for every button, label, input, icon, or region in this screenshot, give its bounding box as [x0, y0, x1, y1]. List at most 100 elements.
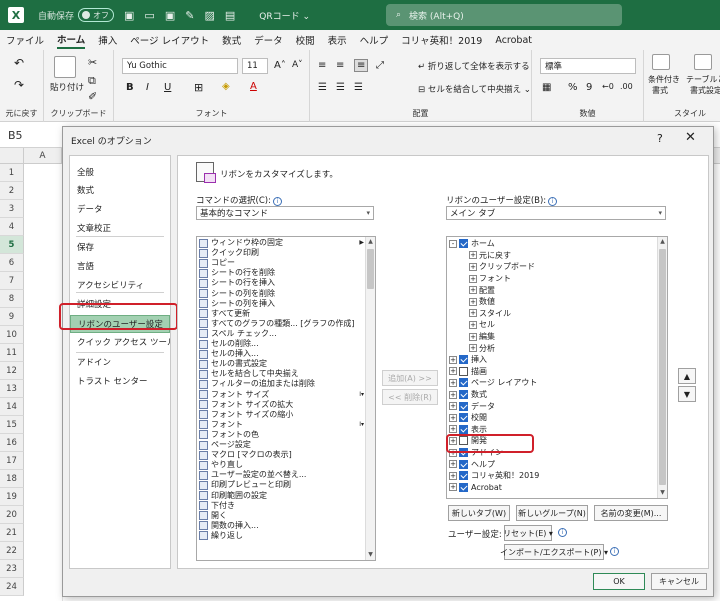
tab-checkbox[interactable]: [459, 239, 468, 249]
expand-icon[interactable]: +: [449, 402, 457, 411]
menu-item[interactable]: Acrobat: [495, 35, 532, 46]
italic-icon[interactable]: I: [146, 82, 149, 93]
conditional-format-icon[interactable]: [652, 54, 670, 70]
paste-icon[interactable]: [54, 56, 76, 78]
command-item[interactable]: フォント サイズの拡大: [199, 400, 363, 410]
row-header[interactable]: 19: [0, 488, 24, 506]
rename-button[interactable]: 名前の変更(M)...: [594, 505, 668, 521]
row-header[interactable]: 6: [0, 254, 24, 272]
tree-tab[interactable]: + コリャ英和！2019: [449, 470, 539, 482]
row-header[interactable]: 7: [0, 272, 24, 290]
conditional-format-label[interactable]: 条件付き: [648, 74, 680, 85]
tab-checkbox[interactable]: [459, 471, 468, 481]
font-color-icon[interactable]: A: [250, 81, 257, 92]
commands-select[interactable]: 基本的なコマンド ▾: [196, 206, 374, 220]
row-header[interactable]: 14: [0, 398, 24, 416]
close-icon[interactable]: ✕: [685, 130, 696, 145]
row-header[interactable]: 4: [0, 218, 24, 236]
underline-icon[interactable]: U: [164, 82, 171, 93]
expand-icon[interactable]: +: [449, 378, 457, 387]
command-item[interactable]: フィルターの追加または削除: [199, 379, 363, 389]
align-middle-icon[interactable]: ≡: [336, 60, 344, 71]
row-header[interactable]: 3: [0, 200, 24, 218]
column-a-header[interactable]: A: [24, 148, 62, 164]
row-header[interactable]: 10: [0, 326, 24, 344]
align-top-icon[interactable]: ≡: [318, 60, 326, 71]
undo-icon[interactable]: ↶: [14, 56, 24, 70]
nav-item[interactable]: データ: [70, 201, 170, 219]
new-group-button[interactable]: 新しいグループ(N): [516, 505, 588, 521]
nav-item[interactable]: 全般: [70, 164, 170, 182]
move-up-button[interactable]: ▲: [678, 368, 696, 384]
command-item[interactable]: ページ設定: [199, 440, 363, 450]
grow-font-icon[interactable]: A˄: [274, 60, 286, 71]
tree-group[interactable]: + クリップボード: [469, 261, 535, 273]
command-item[interactable]: スペル チェック...: [199, 329, 363, 339]
nav-item[interactable]: クイック アクセス ツール バー: [70, 334, 170, 352]
conditional-format-label2[interactable]: 書式: [652, 85, 668, 96]
command-item[interactable]: シートの列を挿入: [199, 299, 363, 309]
row-header[interactable]: 18: [0, 470, 24, 488]
save-as-icon[interactable]: ▣: [165, 9, 175, 22]
expand-icon[interactable]: +: [449, 483, 457, 492]
command-item[interactable]: すべて更新: [199, 309, 363, 319]
tree-tab[interactable]: + データ: [449, 400, 495, 412]
command-item[interactable]: シートの行を挿入: [199, 278, 363, 288]
new-tab-button[interactable]: 新しいタブ(W): [448, 505, 510, 521]
tree-tab[interactable]: + 描画: [449, 366, 487, 378]
table-format-label2[interactable]: 書式設定: [690, 85, 720, 96]
command-item[interactable]: やり直し: [199, 460, 363, 470]
cancel-button[interactable]: キャンセル: [651, 573, 707, 590]
tree-tab[interactable]: + 挿入: [449, 354, 487, 366]
save-icon[interactable]: ▣: [124, 9, 134, 22]
row-header[interactable]: 11: [0, 344, 24, 362]
shrink-font-icon[interactable]: A˅: [292, 60, 303, 70]
command-item[interactable]: コピー: [199, 258, 363, 268]
tree-tab[interactable]: + 校閲: [449, 412, 487, 424]
menu-item[interactable]: 数式: [222, 33, 241, 47]
row-header[interactable]: 21: [0, 524, 24, 542]
edit-icon[interactable]: ✎: [185, 9, 194, 22]
expand-icon[interactable]: +: [449, 460, 457, 469]
row-header[interactable]: 23: [0, 560, 24, 578]
command-item[interactable]: 開く: [199, 511, 363, 521]
format-painter-icon[interactable]: ✐: [88, 90, 97, 103]
command-item[interactable]: セルを結合して中央揃え: [199, 369, 363, 379]
image-icon[interactable]: ▨: [204, 9, 214, 22]
tab-checkbox[interactable]: [459, 413, 468, 423]
cut-icon[interactable]: ✂: [88, 56, 97, 69]
menu-item[interactable]: 挿入: [98, 33, 117, 47]
command-item[interactable]: フォント I▾: [199, 420, 364, 430]
menu-item[interactable]: ファイル: [6, 33, 44, 47]
ribbon-tree[interactable]: ▲ ▼ - ホーム + 元に戻す + クリップボード + フォント + 配置 + 数値 + スタイル + セル…: [446, 236, 668, 499]
nav-item[interactable]: トラスト センター: [70, 373, 170, 391]
tree-group[interactable]: + 配置: [469, 284, 495, 296]
nav-item[interactable]: 数式: [70, 182, 170, 200]
expand-icon[interactable]: +: [469, 332, 477, 341]
row-header[interactable]: 20: [0, 506, 24, 524]
commands-scrollbar[interactable]: ▲ ▼: [365, 237, 375, 560]
command-item[interactable]: 関数の挿入...: [199, 521, 363, 531]
row-header[interactable]: 8: [0, 290, 24, 308]
tree-group[interactable]: + セル: [469, 319, 495, 331]
help-icon[interactable]: ?: [657, 132, 663, 145]
command-item[interactable]: 印刷プレビューと印刷: [199, 480, 363, 490]
tree-group[interactable]: + 分析: [469, 342, 495, 354]
command-item[interactable]: フォント サイズの縮小: [199, 410, 363, 420]
tree-group[interactable]: + 元に戻す: [469, 250, 511, 262]
tab-checkbox[interactable]: [459, 378, 468, 388]
row-header[interactable]: 16: [0, 434, 24, 452]
expand-icon[interactable]: +: [449, 471, 457, 480]
tree-group[interactable]: + フォント: [469, 273, 511, 285]
expand-icon[interactable]: +: [469, 251, 477, 260]
border-icon[interactable]: ⊞: [194, 81, 203, 94]
tree-group[interactable]: + 編集: [469, 331, 495, 343]
row-header[interactable]: 1: [0, 164, 24, 182]
tab-checkbox[interactable]: [459, 390, 468, 400]
expand-icon[interactable]: +: [449, 390, 457, 399]
quick-access-icon[interactable]: ▤: [225, 9, 235, 22]
paste-label[interactable]: 貼り付け: [50, 81, 84, 93]
redo-icon[interactable]: ↷: [14, 78, 24, 92]
command-item[interactable]: セルの挿入...: [199, 349, 363, 359]
row-header[interactable]: 12: [0, 362, 24, 380]
